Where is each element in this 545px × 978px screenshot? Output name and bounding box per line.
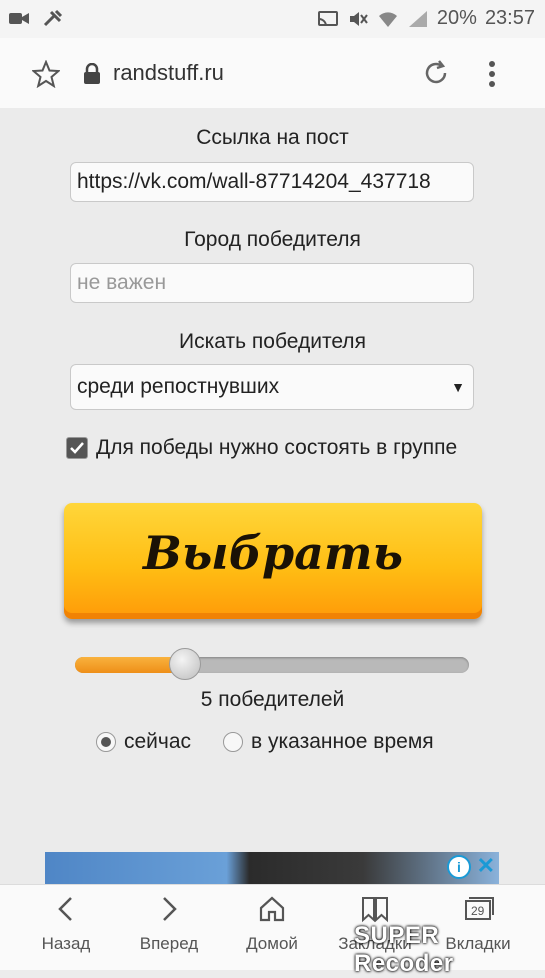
nav-home[interactable]: Домой — [222, 895, 322, 954]
winners-count: 5 победителей — [200, 688, 345, 711]
home-icon — [259, 896, 285, 922]
nav-back-label: Назад — [41, 934, 91, 953]
choose-button[interactable]: Выбрать — [64, 503, 482, 619]
address-bar: randstuff.ru — [0, 38, 545, 109]
tools-icon — [43, 9, 63, 27]
video-icon — [9, 13, 29, 24]
post-link-label: Ссылка на пост — [196, 126, 349, 149]
timing-radio-group: сейчас в указанное время — [96, 730, 434, 754]
nav-forward[interactable]: Вперед — [119, 895, 219, 954]
nav-forward-label: Вперед — [139, 934, 199, 953]
ad-close-icon[interactable]: ✕ — [477, 853, 495, 879]
city-input[interactable] — [70, 263, 474, 303]
search-select[interactable]: среди репостнувших ▼ — [70, 364, 474, 410]
winners-slider[interactable] — [75, 648, 469, 680]
star-icon[interactable] — [32, 60, 60, 88]
battery-percent: 20% — [436, 7, 477, 29]
post-link-input[interactable] — [70, 162, 474, 202]
page-content: Ссылка на пост Город победителя Искать п… — [0, 108, 545, 884]
status-bar: 20% 23:57 — [0, 0, 545, 38]
bookmarks-icon — [362, 897, 388, 923]
group-checkbox-label: Для победы нужно состоять в группе — [96, 436, 458, 459]
radio-scheduled[interactable] — [223, 732, 244, 752]
radio-now-label[interactable]: сейчас — [124, 730, 191, 754]
tabs-icon: 29 — [465, 897, 494, 920]
wifi-icon — [378, 11, 397, 27]
reload-icon[interactable] — [421, 58, 451, 88]
more-menu-icon[interactable] — [487, 60, 497, 88]
ad-banner[interactable]: i ✕ — [45, 852, 499, 884]
signal-icon — [408, 10, 427, 27]
group-checkbox[interactable] — [66, 437, 88, 459]
search-select-value: среди репостнувших — [77, 375, 280, 398]
nav-back[interactable]: Назад — [16, 895, 116, 954]
tabs-count: 29 — [471, 904, 485, 918]
radio-now[interactable] — [96, 732, 116, 752]
nav-home-label: Домой — [246, 934, 298, 953]
choose-button-label: Выбрать — [143, 526, 403, 580]
lock-icon — [84, 63, 100, 84]
group-checkbox-row[interactable]: Для победы нужно состоять в группе — [66, 436, 457, 460]
mute-icon — [349, 11, 368, 26]
recorder-watermark: SUPER Recoder — [354, 922, 454, 977]
dropdown-arrow-icon: ▼ — [451, 379, 465, 395]
url-text[interactable]: randstuff.ru — [113, 60, 224, 86]
cast-icon — [317, 10, 338, 26]
radio-scheduled-label[interactable]: в указанное время — [251, 730, 434, 754]
clock: 23:57 — [484, 7, 535, 29]
search-label: Искать победителя — [179, 330, 366, 353]
forward-icon — [163, 897, 177, 921]
ad-info-icon[interactable]: i — [447, 855, 471, 879]
back-icon — [58, 897, 72, 921]
winners-slider-thumb[interactable] — [169, 648, 201, 680]
city-label: Город победителя — [184, 228, 361, 251]
